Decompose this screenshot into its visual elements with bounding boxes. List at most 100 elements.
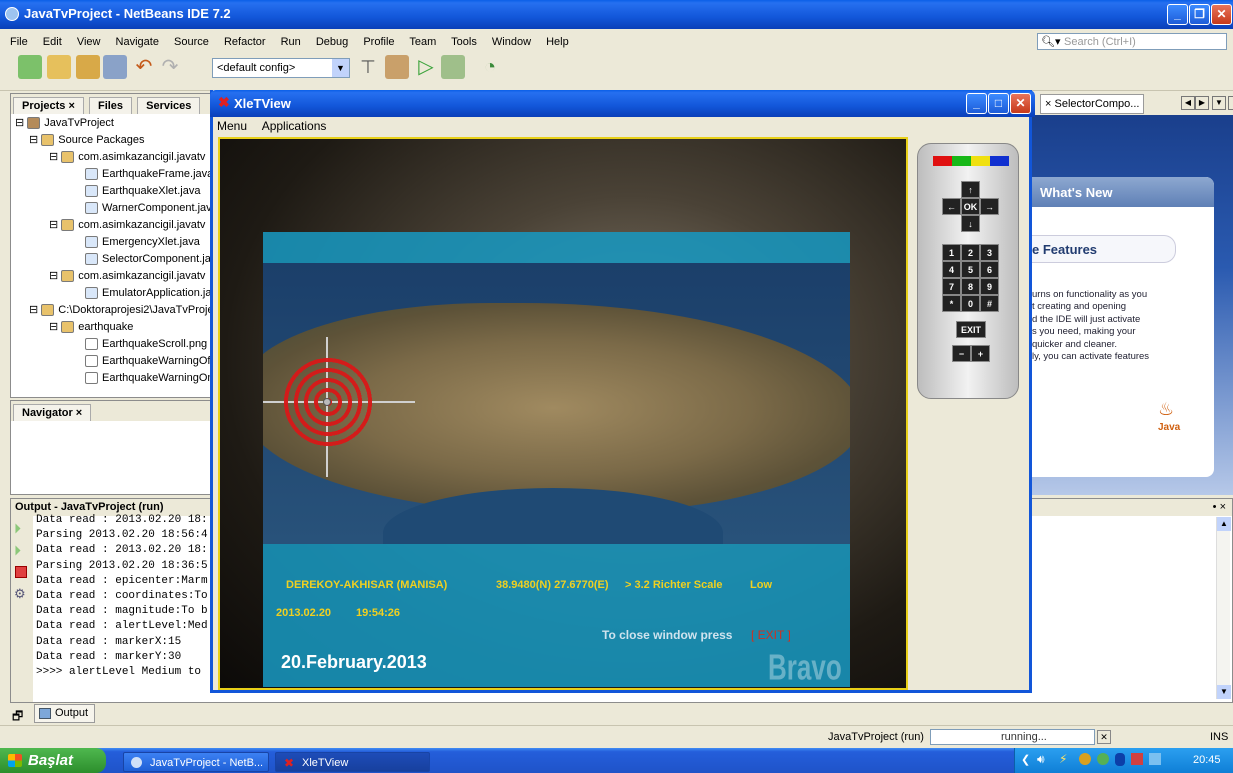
xletview-close-button[interactable]: ✕ — [1010, 93, 1031, 114]
tree-item-file[interactable]: EarthquakeWarningOff — [13, 353, 225, 370]
scroll-down-icon[interactable]: ▼ — [1217, 685, 1231, 699]
xletview-menu-menu[interactable]: Menu — [217, 119, 247, 133]
tab-projects[interactable]: Projects × — [13, 97, 84, 114]
tray-app-icon[interactable] — [1097, 753, 1109, 765]
menu-refactor[interactable]: Refactor — [224, 36, 266, 48]
menu-help[interactable]: Help — [546, 36, 569, 48]
tray-app-icon[interactable] — [1079, 753, 1091, 765]
menu-file[interactable]: File — [10, 36, 28, 48]
menu-run[interactable]: Run — [281, 36, 301, 48]
stop-icon[interactable] — [15, 566, 27, 578]
hash-key[interactable]: # — [980, 295, 999, 312]
output-close-icon[interactable]: • × — [1213, 501, 1226, 513]
menu-view[interactable]: View — [77, 36, 101, 48]
minimize-button[interactable]: _ — [1167, 4, 1188, 25]
menu-profile[interactable]: Profile — [363, 36, 394, 48]
tree-item-file[interactable]: EmergencyXlet.java — [13, 234, 225, 251]
output-minimized-tab[interactable]: Output — [34, 704, 96, 723]
debug-icon[interactable] — [441, 55, 465, 79]
tree-item-file[interactable]: SelectorComponent.java — [13, 251, 225, 268]
color-key-red[interactable] — [933, 156, 952, 166]
clean-build-icon[interactable] — [385, 55, 409, 79]
undo-icon[interactable]: ↶ — [132, 55, 156, 79]
xletview-minimize-button[interactable]: _ — [966, 93, 987, 114]
arrow-up-key[interactable]: ↑ — [961, 181, 980, 198]
star-key[interactable]: * — [942, 295, 961, 312]
digit-key-8[interactable]: 8 — [961, 278, 980, 295]
menu-team[interactable]: Team — [409, 36, 436, 48]
rerun-with-params-icon[interactable]: ⏵ — [14, 542, 21, 559]
tree-item-package[interactable]: ⊟ com.asimkazancigil.javatv — [13, 149, 225, 166]
volume-down-key[interactable]: − — [952, 345, 971, 362]
close-button[interactable]: ✕ — [1211, 4, 1232, 25]
redo-icon[interactable]: ↷ — [158, 55, 182, 79]
digit-key-0[interactable]: 0 — [961, 295, 980, 312]
exit-key[interactable]: EXIT — [956, 321, 986, 338]
tree-item-file[interactable]: EmulatorApplication.java — [13, 285, 225, 302]
digit-key-6[interactable]: 6 — [980, 261, 999, 278]
volume-icon[interactable]: 🔊︎ — [1037, 752, 1045, 767]
new-project-icon[interactable] — [18, 55, 42, 79]
menu-navigate[interactable]: Navigate — [116, 36, 159, 48]
stop-process-icon[interactable]: ✕ — [1097, 730, 1111, 744]
tab-list-icon[interactable]: ▼ — [1212, 96, 1226, 110]
tab-scroll-left-icon[interactable]: ◀ — [1181, 96, 1195, 110]
digit-key-1[interactable]: 1 — [942, 244, 961, 261]
tree-item-folder[interactable]: ⊟ C:\Doktoraprojesi2\JavaTvProject — [13, 302, 225, 319]
digit-key-7[interactable]: 7 — [942, 278, 961, 295]
network-icon[interactable]: ⚡︎ — [1059, 752, 1067, 766]
settings-icon[interactable]: ⚙ — [14, 586, 26, 602]
tree-item-project[interactable]: ⊟ JavaTvProject — [13, 115, 225, 132]
set-main-project-icon[interactable]: ⊤ — [356, 55, 380, 79]
menu-edit[interactable]: Edit — [43, 36, 62, 48]
arrow-left-key[interactable]: ← — [942, 198, 961, 215]
digit-key-5[interactable]: 5 — [961, 261, 980, 278]
tab-maximize-icon[interactable] — [1228, 96, 1233, 110]
scroll-up-icon[interactable]: ▲ — [1217, 517, 1231, 531]
run-icon[interactable]: ▷ — [414, 55, 438, 79]
xletview-menu-applications[interactable]: Applications — [262, 119, 327, 133]
taskbar-item-xletview[interactable]: ✖ XleTView — [275, 752, 430, 772]
tray-expand-icon[interactable]: ❮ — [1021, 753, 1030, 766]
config-select[interactable]: <default config> ▼ — [212, 58, 350, 78]
volume-up-key[interactable]: + — [971, 345, 990, 362]
digit-key-4[interactable]: 4 — [942, 261, 961, 278]
color-key-yellow[interactable] — [971, 156, 990, 166]
tray-app-icon[interactable] — [1131, 753, 1143, 765]
tree-item-file[interactable]: EarthquakeWarningOn — [13, 370, 225, 387]
menu-debug[interactable]: Debug — [316, 36, 348, 48]
arrow-right-key[interactable]: → — [980, 198, 999, 215]
restore-button[interactable]: ❐ — [1189, 4, 1210, 25]
tree-item-package[interactable]: ⊟ com.asimkazancigil.javatv — [13, 268, 225, 285]
digit-key-2[interactable]: 2 — [961, 244, 980, 261]
taskbar-item-netbeans[interactable]: JavaTvProject - NetB... — [123, 752, 269, 772]
output-scrollbar[interactable]: ▲ ▼ — [1216, 517, 1231, 699]
menu-window[interactable]: Window — [492, 36, 531, 48]
search-box[interactable]: 🔍︎▾ Search (Ctrl+I) — [1037, 33, 1227, 50]
menu-source[interactable]: Source — [174, 36, 209, 48]
tab-services[interactable]: Services — [137, 97, 201, 114]
arrow-down-key[interactable]: ↓ — [961, 215, 980, 232]
profile-icon[interactable]: ◔ — [478, 55, 502, 79]
tab-files[interactable]: Files — [88, 97, 133, 114]
tree-item-file[interactable]: EarthquakeXlet.java — [13, 183, 225, 200]
tree-item-file[interactable]: WarnerComponent.java — [13, 200, 225, 217]
tree-item-source-packages[interactable]: ⊟ Source Packages — [13, 132, 225, 149]
digit-key-3[interactable]: 3 — [980, 244, 999, 261]
xletview-maximize-button[interactable]: □ — [988, 93, 1009, 114]
tree-item-package[interactable]: ⊟ earthquake — [13, 319, 225, 336]
save-all-icon[interactable] — [103, 55, 127, 79]
ok-key[interactable]: OK — [961, 198, 980, 215]
tray-app-icon[interactable] — [1149, 753, 1161, 765]
start-button[interactable]: Başlat — [0, 748, 106, 773]
rerun-icon[interactable]: ⏵ — [14, 520, 21, 537]
bluetooth-icon[interactable] — [1115, 753, 1125, 766]
tab-navigator[interactable]: Navigator × — [13, 404, 92, 421]
new-file-icon[interactable] — [47, 55, 71, 79]
color-key-green[interactable] — [952, 156, 971, 166]
editor-tab[interactable]: × SelectorCompo... — [1040, 94, 1145, 114]
tree-item-package[interactable]: ⊟ com.asimkazancigil.javatv — [13, 217, 225, 234]
tree-item-file[interactable]: EarthquakeScroll.png — [13, 336, 225, 353]
tab-scroll-right-icon[interactable]: ▶ — [1195, 96, 1209, 110]
menu-tools[interactable]: Tools — [451, 36, 477, 48]
